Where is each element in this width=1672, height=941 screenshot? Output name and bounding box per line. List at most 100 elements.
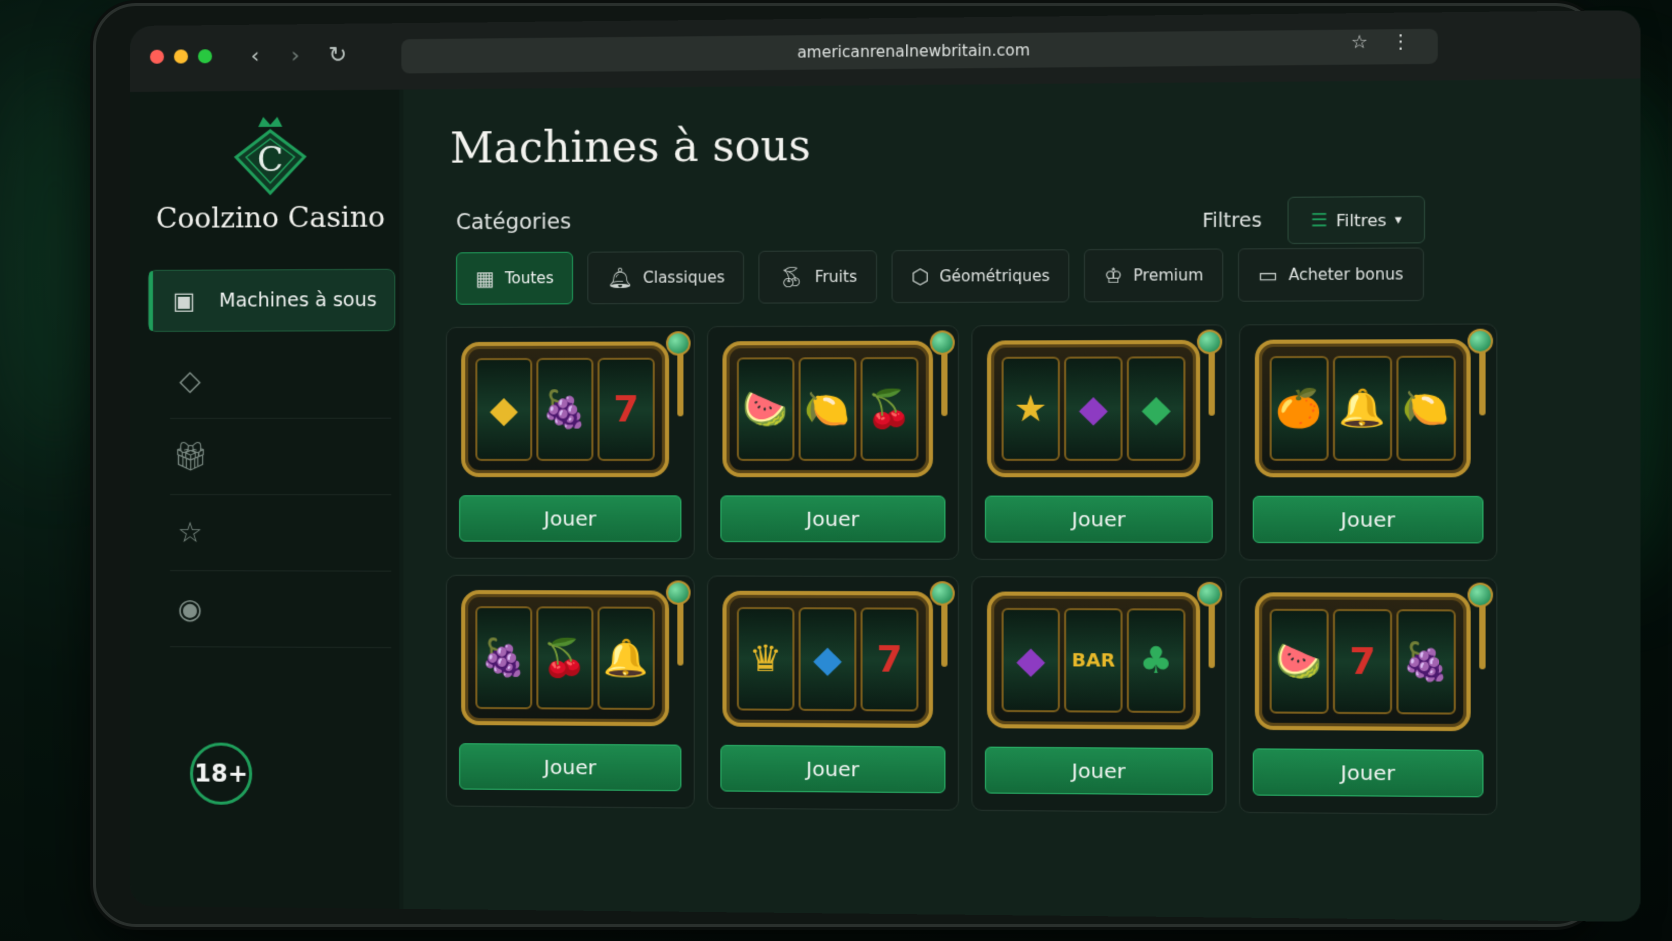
page-title: Machines à sous [449, 120, 811, 173]
slot-card[interactable]: ♛ ◆ 7 Jouer [707, 575, 959, 811]
lever [1208, 343, 1215, 416]
reel-symbol: 🍇 [475, 606, 533, 710]
slot-card[interactable]: ★ ◆ ◆ Jouer [971, 324, 1227, 561]
sidebar-item-account[interactable]: ◉ [169, 570, 392, 649]
background-glow-left [0, 60, 110, 460]
chip-classiques[interactable]: 🔔︎ Classiques [587, 250, 745, 305]
slot-card[interactable]: 🍊 🔔 🍋 Jouer [1239, 323, 1498, 561]
chip-label: Classiques [643, 268, 725, 287]
chip-fruits[interactable]: 🍒︎ Fruits [758, 250, 877, 304]
play-button[interactable]: Jouer [720, 495, 946, 543]
categories-label: Catégories [456, 209, 572, 235]
filters-dropdown[interactable]: ☰ Filtres ▾ [1287, 195, 1426, 245]
logo-emblem-icon: C [230, 116, 310, 195]
chip-premium[interactable]: ♔ Premium [1084, 248, 1224, 303]
slot-machine-illustration: 🍉 🍋 🍒 [722, 330, 955, 478]
maximize-window-dot[interactable] [198, 49, 213, 64]
lever-knob [1467, 328, 1494, 354]
lever-knob [929, 330, 955, 355]
bell-icon: 🔔︎ [606, 265, 633, 291]
reel-symbol: ★ [1001, 356, 1060, 461]
crown-icon: ♔ [1104, 263, 1123, 288]
forward-arrow-icon[interactable]: › [280, 40, 310, 70]
age-restriction-badge: 18+ [190, 742, 253, 805]
reel-symbol: ◆ [1001, 607, 1060, 713]
slot-machine-illustration: ◆ BAR ♣ [986, 581, 1223, 730]
filters-button-label: Filtres [1336, 210, 1387, 230]
reel-symbol: ◆ [1126, 356, 1186, 461]
slot-card[interactable]: ◆ 🍇 7 Jouer [445, 326, 695, 560]
logo-letter: C [257, 140, 283, 180]
chip-label: Géométriques [939, 266, 1050, 286]
back-arrow-icon[interactable]: ‹ [240, 41, 270, 71]
reel-symbol: 🍋 [1396, 355, 1456, 461]
sidebar-item-gift[interactable]: 🎁︎ [169, 417, 392, 496]
slot-machine-illustration: ◆ 🍇 7 [461, 331, 691, 478]
lever-knob [1467, 582, 1494, 608]
sidebar-item-slots[interactable]: ▣ Machines à sous [147, 268, 396, 332]
reel-symbol: 🔔 [597, 606, 655, 711]
slot-card[interactable]: 🍉 7 🍇 Jouer [1239, 576, 1498, 816]
sidebar-item-diamond[interactable]: ◇ [169, 341, 392, 419]
lever [941, 344, 948, 417]
sidebar-item-favorites[interactable]: ☆ [169, 494, 392, 572]
slot-card[interactable]: 🍉 🍋 🍒 Jouer [707, 325, 959, 560]
lever [1479, 343, 1486, 416]
close-window-dot[interactable] [149, 49, 164, 64]
lever [941, 595, 948, 667]
slot-machine-illustration: 🍊 🔔 🍋 [1254, 328, 1494, 478]
slot-card[interactable]: 🍇 🍒 🔔 Jouer [445, 574, 695, 809]
play-button[interactable]: Jouer [984, 495, 1213, 543]
reels: 🍉 🍋 🍒 [736, 356, 919, 461]
lever [1479, 597, 1486, 670]
play-button[interactable]: Jouer [1252, 495, 1484, 544]
lever-knob [1197, 329, 1223, 355]
chip-geometriques[interactable]: ⬡ Géométriques [891, 249, 1070, 304]
slot-card[interactable]: ◆ BAR ♣ Jouer [971, 576, 1227, 813]
star-icon[interactable]: ☆ [1351, 32, 1368, 54]
chip-toutes[interactable]: ▦ Toutes [456, 251, 574, 305]
reel-symbol: BAR [1064, 608, 1123, 713]
reel-symbol: ♛ [736, 607, 795, 711]
play-button[interactable]: Jouer [984, 746, 1213, 796]
slot-machine-illustration: 🍉 7 🍇 [1254, 582, 1494, 732]
play-button[interactable]: Jouer [459, 743, 682, 792]
chip-label: Premium [1133, 266, 1204, 285]
chip-acheter-bonus[interactable]: ▭ Acheter bonus [1238, 247, 1424, 302]
reel-symbol: ♣ [1126, 608, 1186, 714]
lever-knob [666, 331, 691, 356]
main-content: Machines à sous Catégories Filtres ☰ Fil… [403, 78, 1641, 922]
lever [677, 594, 684, 666]
reels: ♛ ◆ 7 [736, 607, 919, 712]
reel-symbol: 🍊 [1269, 355, 1329, 461]
reload-icon[interactable]: ↻ [323, 40, 353, 70]
reels: 🍇 🍒 🔔 [475, 606, 655, 711]
reel-symbol: 🍋 [798, 357, 857, 461]
filters-label: Filtres [1202, 209, 1262, 233]
cherry-icon: 🍒︎ [778, 264, 805, 290]
play-button[interactable]: Jouer [1252, 748, 1484, 798]
reels: 🍉 7 🍇 [1269, 608, 1456, 715]
ticket-icon: ▭ [1258, 262, 1278, 288]
kebab-menu-icon[interactable]: ⋮ [1391, 31, 1410, 53]
chip-label: Acheter bonus [1288, 265, 1404, 285]
address-bar[interactable]: americanrenalnewbritain.com [401, 28, 1438, 74]
minimize-window-dot[interactable] [173, 49, 189, 64]
lever-knob [1197, 581, 1223, 607]
logo[interactable]: C Coolzino Casino [150, 110, 391, 235]
chip-label: Toutes [504, 269, 554, 288]
slot-machine-icon: ▣ [172, 286, 196, 315]
tablet-screen: ‹ › ↻ americanrenalnewbritain.com ☆ ⋮ C … [130, 10, 1641, 922]
grid-icon: ▦ [475, 266, 495, 291]
reel-symbol: ◆ [1064, 356, 1123, 461]
reel-symbol: ◆ [475, 357, 533, 461]
reel-symbol: 🍉 [1269, 608, 1329, 714]
category-chips: ▦ Toutes 🔔︎ Classiques 🍒︎ Fruits ⬡ Géomé… [456, 247, 1424, 305]
reel-symbol: 🍇 [1396, 609, 1456, 715]
play-button[interactable]: Jouer [720, 744, 946, 794]
play-button[interactable]: Jouer [459, 495, 682, 542]
star-icon: ☆ [177, 515, 203, 549]
reels: ◆ BAR ♣ [1001, 607, 1186, 714]
sidebar-item-label: Machines à sous [219, 288, 377, 312]
reel-symbol: 7 [597, 357, 655, 461]
